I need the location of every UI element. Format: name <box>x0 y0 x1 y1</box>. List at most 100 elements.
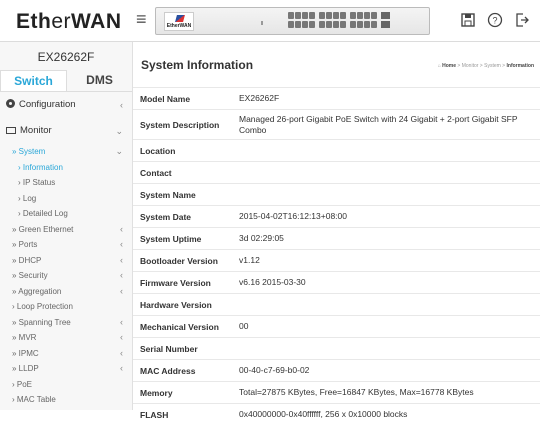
port-group <box>288 12 315 28</box>
nav-item-green-ethernet[interactable]: » Green Ethernet ‹ <box>0 222 132 238</box>
nav-item-label: » Spanning Tree <box>12 317 71 327</box>
nav-item-label: › Information <box>18 162 63 172</box>
nav-item-ipmc[interactable]: » IPMC ‹ <box>0 346 132 362</box>
field-value: 0x40000000-0x40ffffff, 256 x 0x10000 blo… <box>232 403 540 426</box>
device-front-panel-image: EtherWAN <box>155 7 430 35</box>
nav-item-ip-status[interactable]: › IP Status <box>0 175 132 191</box>
table-row: Mechanical Version 00 <box>133 315 540 338</box>
port <box>295 12 301 19</box>
top-bar: EtherWAN ≡ EtherWAN ? <box>0 0 540 42</box>
logout-icon[interactable] <box>514 12 530 28</box>
nav-item-lldp[interactable]: » LLDP ‹ <box>0 361 132 377</box>
tab-dms[interactable]: DMS <box>67 70 132 91</box>
field-label: Contact <box>133 161 232 184</box>
nav-item-mvr[interactable]: » MVR ‹ <box>0 330 132 346</box>
home-icon[interactable]: ⌂ <box>438 63 441 69</box>
breadcrumb-system[interactable]: System <box>484 63 501 69</box>
field-label: System Name <box>133 183 232 206</box>
main-content: System Information ⌂ Home > Monitor > Sy… <box>133 42 540 426</box>
nav-item-ports[interactable]: » Ports ‹ <box>0 237 132 253</box>
table-row: System Name <box>133 183 540 206</box>
port <box>340 12 346 19</box>
chevron-left-icon: ‹ <box>120 332 123 342</box>
chevron-down-icon: ⌄ <box>115 126 123 136</box>
field-value <box>232 183 540 206</box>
nav-item-dhcp[interactable]: » DHCP ‹ <box>0 253 132 269</box>
port <box>357 12 363 19</box>
field-label: Hardware Version <box>133 293 232 316</box>
port <box>309 21 315 28</box>
port <box>350 12 356 19</box>
nav-item-poe[interactable]: › PoE <box>0 377 132 393</box>
field-label: MAC Address <box>133 359 232 382</box>
nav-item-log[interactable]: › Log <box>0 191 132 207</box>
field-label: Firmware Version <box>133 271 232 294</box>
chevron-left-icon: ‹ <box>120 254 123 265</box>
port-panel <box>288 12 390 28</box>
field-label: Memory <box>133 381 232 404</box>
nav-item-label: › Loop Protection <box>12 302 73 311</box>
nav-item-security[interactable]: » Security ‹ <box>0 268 132 284</box>
content-header: System Information ⌂ Home > Monitor > Sy… <box>133 42 540 88</box>
nav-item-configuration[interactable]: Configuration ‹ <box>0 92 132 118</box>
field-value: Managed 26-port Gigabit PoE Switch with … <box>232 109 540 140</box>
port <box>371 12 377 19</box>
port <box>319 12 325 19</box>
device-model: EX26262F <box>37 50 95 64</box>
port <box>302 12 308 19</box>
nav-item-monitor[interactable]: Monitor ⌄ <box>0 118 132 144</box>
field-value: 3d 02:29:05 <box>232 227 540 250</box>
nav-item-label: » DHCP <box>12 255 42 265</box>
table-row: Memory Total=27875 KBytes, Free=16847 KBy… <box>133 381 540 404</box>
field-label: Serial Number <box>133 337 232 360</box>
nav-item-loop-protection[interactable]: › Loop Protection <box>0 299 132 315</box>
field-label: Location <box>133 139 232 162</box>
nav-item-aggregation[interactable]: » Aggregation ‹ <box>0 284 132 300</box>
help-icon[interactable]: ? <box>487 12 503 28</box>
table-row: Bootloader Version v1.12 <box>133 249 540 272</box>
table-row: System Uptime 3d 02:29:05 <box>133 227 540 250</box>
table-row: Contact <box>133 161 540 184</box>
chevron-left-icon: ‹ <box>120 100 123 110</box>
chevron-left-icon: ‹ <box>120 347 123 358</box>
menu-toggle-icon[interactable]: ≡ <box>136 10 147 28</box>
field-value: Total=27875 KBytes, Free=16847 KBytes, M… <box>232 381 540 404</box>
table-row: Model Name EX26262F <box>133 87 540 110</box>
nav-item-label: » Ports <box>12 240 38 249</box>
nav-item-label: » LLDP <box>12 364 39 373</box>
nav-item-label: » IPMC <box>12 348 39 358</box>
breadcrumb-current: Information <box>506 63 535 69</box>
sidebar-tabs: Switch DMS <box>0 70 132 92</box>
port <box>333 12 339 19</box>
field-value <box>232 293 540 316</box>
nav-item-label: » Security <box>12 271 48 280</box>
nav-item-mac-table[interactable]: › MAC Table <box>0 392 132 408</box>
nav-item-detailed-log[interactable]: › Detailed Log <box>0 206 132 222</box>
nav-item-label: › Log <box>18 193 37 203</box>
nav-item-information[interactable]: › Information <box>0 160 132 176</box>
chevron-left-icon: ‹ <box>120 363 123 373</box>
nav-item-label: Configuration <box>19 99 76 110</box>
port <box>333 21 339 28</box>
device-brand-label: EtherWAN <box>164 12 194 31</box>
field-value: v6.16 2015-03-30 <box>232 271 540 294</box>
port <box>326 21 332 28</box>
monitor-icon <box>6 127 16 134</box>
table-row: MAC Address 00-40-c7-69-b0-02 <box>133 359 540 382</box>
nav-item-spanning-tree[interactable]: » Spanning Tree ‹ <box>0 315 132 331</box>
port-group <box>319 12 346 28</box>
breadcrumb-home[interactable]: Home <box>442 63 456 69</box>
field-label: System Description <box>133 109 232 140</box>
nav-item-label: » System <box>12 147 46 156</box>
port <box>364 21 370 28</box>
tab-switch[interactable]: Switch <box>0 70 67 91</box>
field-label: System Date <box>133 205 232 228</box>
port-group <box>350 12 377 28</box>
breadcrumb-monitor[interactable]: Monitor <box>462 63 479 69</box>
table-row: System Date 2015-04-02T16:12:13+08:00 <box>133 205 540 228</box>
etherwan-logo[interactable]: EtherWAN <box>16 10 122 34</box>
field-label: Mechanical Version <box>133 315 232 338</box>
save-icon[interactable] <box>460 12 476 28</box>
field-value: EX26262F <box>232 87 540 110</box>
nav-item-system[interactable]: » System ⌄ <box>0 144 132 160</box>
